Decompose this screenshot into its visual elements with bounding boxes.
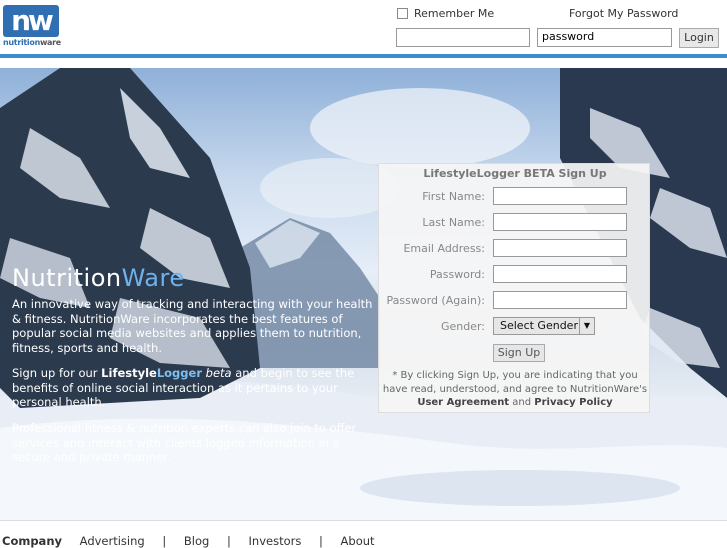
- logo[interactable]: nw nutritionware: [3, 5, 61, 49]
- first-name-input[interactable]: [493, 187, 627, 205]
- logo-mark: nw: [3, 5, 59, 37]
- signup-button[interactable]: Sign Up: [493, 344, 545, 362]
- password-again-label: Password (Again):: [386, 294, 485, 307]
- login-button[interactable]: Login: [679, 28, 719, 48]
- password-again-input[interactable]: [493, 291, 627, 309]
- password-input[interactable]: password: [537, 28, 672, 47]
- footer-separator: |: [319, 534, 323, 548]
- intro-paragraph: An innovative way of tracking and intera…: [12, 297, 373, 355]
- footer-link-investors[interactable]: Investors: [249, 534, 302, 548]
- privacy-policy-link[interactable]: Privacy Policy: [534, 397, 612, 408]
- footer-separator: |: [226, 534, 231, 548]
- footer-link-blog[interactable]: Blog: [184, 534, 209, 548]
- footer-company: Company: [2, 534, 62, 548]
- header-spacer: [0, 58, 727, 68]
- footer-link-about[interactable]: About: [341, 534, 375, 548]
- last-name-label: Last Name:: [422, 216, 485, 229]
- footer-link-advertising[interactable]: Advertising: [80, 534, 145, 548]
- first-name-label: First Name:: [422, 190, 485, 203]
- signup-panel: LifestyleLogger BETA Sign Up First Name:…: [378, 163, 650, 413]
- signup-title: LifestyleLogger BETA Sign Up: [423, 167, 607, 180]
- terms-disclaimer: * By clicking Sign Up, you are indicatin…: [382, 370, 648, 408]
- logo-wordmark: nutritionware: [3, 38, 61, 47]
- user-agreement-link[interactable]: User Agreement: [417, 397, 509, 408]
- hero-banner: NutritionWare An innovative way of track…: [0, 68, 727, 520]
- gender-select[interactable]: Select Gender ▼: [493, 317, 595, 335]
- username-input[interactable]: [396, 28, 530, 47]
- brand-title: NutritionWare: [12, 264, 185, 292]
- forgot-password-link[interactable]: Forgot My Password: [569, 7, 678, 20]
- chevron-down-icon[interactable]: ▼: [579, 318, 594, 334]
- signup-promo-paragraph: Sign up for our LifestyleLogger beta and…: [12, 366, 355, 409]
- remember-me-label: Remember Me: [414, 7, 495, 20]
- gender-label: Gender:: [440, 320, 485, 333]
- footer: Company Advertising | Blog | Investors |…: [0, 520, 727, 548]
- footer-separator: |: [162, 534, 167, 548]
- signup-password-input[interactable]: [493, 265, 627, 283]
- password-label: Password:: [429, 268, 485, 281]
- gender-select-value: Select Gender: [500, 319, 578, 332]
- email-label: Email Address:: [403, 242, 485, 255]
- last-name-input[interactable]: [493, 213, 627, 231]
- remember-me[interactable]: Remember Me: [397, 7, 494, 20]
- header: nw nutritionware Remember Me Forgot My P…: [0, 0, 727, 54]
- professionals-paragraph: Professional fitness & nutrition experts…: [12, 421, 357, 464]
- remember-me-checkbox[interactable]: [397, 8, 408, 19]
- email-input[interactable]: [493, 239, 627, 257]
